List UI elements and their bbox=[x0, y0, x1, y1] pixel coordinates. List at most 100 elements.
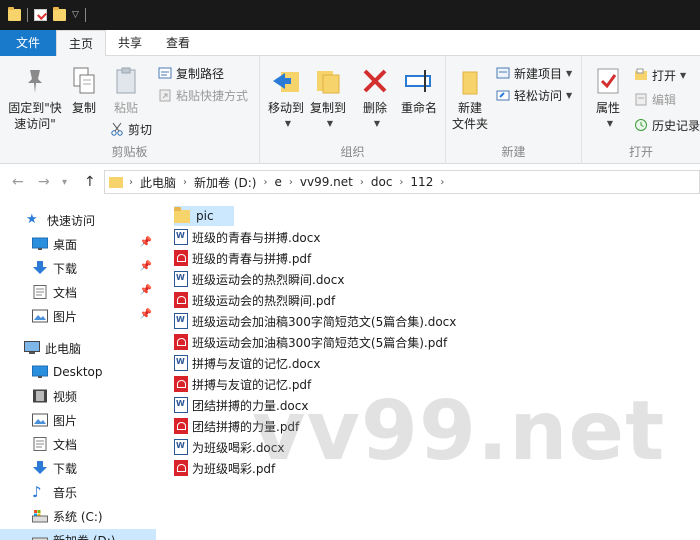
new-item-button[interactable]: 新建项目 ▼ bbox=[496, 64, 572, 82]
rename-label: 重命名 bbox=[400, 101, 437, 115]
breadcrumb-separator-icon[interactable]: › bbox=[287, 177, 295, 188]
up-arrow-icon[interactable]: ↑ bbox=[84, 174, 96, 190]
file-name: 班级运动会加油稿300字简短范文(5篇合集).pdf bbox=[192, 335, 448, 350]
file-row[interactable]: 团结拼搏的力量.docx bbox=[174, 395, 308, 415]
breadcrumb-separator-icon[interactable]: › bbox=[438, 177, 446, 188]
open-group-label: 打开 bbox=[628, 145, 653, 159]
rename-button[interactable]: 重命名 bbox=[396, 66, 442, 116]
delete-button[interactable]: 删除 ▼ bbox=[358, 66, 392, 132]
breadcrumb-separator-icon[interactable]: › bbox=[127, 177, 135, 188]
nav-item-pictures[interactable]: 图片 📌 bbox=[0, 305, 156, 327]
nav-quick-access[interactable]: ★ 快速访问 bbox=[0, 209, 156, 231]
tab-view[interactable]: 查看 bbox=[154, 30, 202, 56]
clipboard-icon bbox=[111, 66, 141, 96]
nav-item-music[interactable]: ♪ 音乐 bbox=[0, 481, 156, 503]
file-row[interactable]: 班级运动会加油稿300字简短范文(5篇合集).docx bbox=[174, 311, 456, 331]
nav-item-documents-pc[interactable]: 文档 bbox=[0, 433, 156, 455]
tab-file[interactable]: 文件 bbox=[0, 30, 56, 56]
pin-icon[interactable]: 📌 bbox=[140, 285, 152, 296]
new-group-label: 新建 bbox=[501, 145, 526, 159]
recent-locations-chevron-icon[interactable]: ▾ bbox=[62, 177, 67, 188]
cut-button[interactable]: 剪切 bbox=[110, 120, 152, 138]
new-folder-button[interactable]: 新建 文件夹 bbox=[450, 66, 490, 132]
file-row[interactable]: 为班级喝彩.pdf bbox=[174, 458, 275, 478]
breadcrumb-doc[interactable]: doc bbox=[366, 175, 398, 189]
easy-access-button[interactable]: 轻松访问 ▼ bbox=[496, 86, 572, 104]
nav-item-drive-c[interactable]: 系统 (C:) bbox=[0, 505, 156, 527]
breadcrumb-separator-icon[interactable]: › bbox=[261, 177, 269, 188]
pin-icon bbox=[20, 66, 50, 96]
copy-button[interactable]: 复制 bbox=[66, 66, 102, 116]
nav-item-label: 图片 bbox=[53, 413, 78, 428]
pin-to-quick-access-button[interactable]: 固定到"快 速访问" bbox=[4, 66, 66, 132]
file-row[interactable]: 班级运动会的热烈瞬间.pdf bbox=[174, 290, 335, 310]
pdf-icon bbox=[174, 292, 188, 308]
file-row[interactable]: 班级的青春与拼搏.docx bbox=[174, 227, 320, 247]
breadcrumb-e[interactable]: e bbox=[269, 175, 286, 189]
address-row: ← → ▾ ↑ › 此电脑 › 新加卷 (D:) › e › vv99.net … bbox=[0, 164, 700, 200]
file-row[interactable]: 班级运动会加油稿300字简短范文(5篇合集).pdf bbox=[174, 332, 447, 352]
nav-item-label: 视频 bbox=[53, 389, 78, 404]
pin-icon[interactable]: 📌 bbox=[140, 309, 152, 320]
properties-button[interactable]: 属性 ▼ bbox=[590, 66, 626, 132]
file-name: 班级运动会加油稿300字简短范文(5篇合集).docx bbox=[192, 314, 457, 329]
paste-shortcut-button[interactable]: 粘贴快捷方式 bbox=[158, 86, 248, 104]
breadcrumb-separator-icon[interactable]: › bbox=[358, 177, 366, 188]
pin-label: 固定到"快 速访问" bbox=[8, 101, 62, 131]
customize-toolbar-chevron-icon[interactable]: ▽ bbox=[72, 10, 79, 20]
file-row[interactable]: 拼搏与友谊的记忆.pdf bbox=[174, 374, 311, 394]
tab-share[interactable]: 共享 bbox=[106, 30, 154, 56]
chevron-down-icon: ▼ bbox=[284, 119, 292, 128]
breadcrumb-112[interactable]: 112 bbox=[405, 175, 438, 189]
copy-to-icon bbox=[313, 66, 343, 96]
chevron-down-icon: ▼ bbox=[680, 70, 687, 80]
paste-button[interactable]: 粘贴 bbox=[106, 66, 146, 116]
cut-label: 剪切 bbox=[128, 122, 153, 137]
forward-arrow-icon[interactable]: → bbox=[38, 174, 50, 190]
music-note-icon: ♪ bbox=[32, 483, 42, 501]
nav-item-pictures-pc[interactable]: 图片 bbox=[0, 409, 156, 431]
file-row[interactable]: 为班级喝彩.docx bbox=[174, 437, 284, 457]
word-document-icon bbox=[174, 397, 188, 413]
breadcrumb-drive-d[interactable]: 新加卷 (D:) bbox=[189, 174, 261, 191]
pin-icon[interactable]: 📌 bbox=[140, 261, 152, 272]
file-name: 为班级喝彩.pdf bbox=[192, 461, 276, 476]
nav-item-documents[interactable]: 文档 📌 bbox=[0, 281, 156, 303]
nav-item-downloads[interactable]: 下载 📌 bbox=[0, 257, 156, 279]
tab-home[interactable]: 主页 bbox=[56, 30, 107, 57]
nav-item-desktop-pc[interactable]: Desktop bbox=[0, 361, 156, 383]
breadcrumb-separator-icon[interactable]: › bbox=[181, 177, 189, 188]
file-row[interactable]: 班级的青春与拼搏.pdf bbox=[174, 248, 311, 268]
back-arrow-icon[interactable]: ← bbox=[12, 174, 24, 190]
new-item-label: 新建项目 bbox=[514, 66, 563, 81]
file-name: 为班级喝彩.docx bbox=[192, 440, 285, 455]
breadcrumb-this-pc[interactable]: 此电脑 bbox=[135, 174, 181, 191]
nav-item-drive-d[interactable]: 新加卷 (D:) bbox=[0, 529, 156, 540]
breadcrumb-separator-icon[interactable]: › bbox=[397, 177, 405, 188]
file-name: 团结拼搏的力量.docx bbox=[192, 398, 309, 413]
copy-to-button[interactable]: 复制到 ▼ bbox=[308, 66, 348, 132]
move-to-button[interactable]: 移动到 ▼ bbox=[266, 66, 306, 132]
history-button[interactable]: 历史记录 bbox=[634, 116, 700, 134]
file-row-folder[interactable]: pic bbox=[174, 206, 234, 226]
edit-button[interactable]: 编辑 bbox=[634, 90, 676, 108]
copy-path-label: 复制路径 bbox=[176, 66, 225, 81]
nav-this-pc[interactable]: 此电脑 bbox=[0, 337, 156, 359]
address-bar[interactable]: › 此电脑 › 新加卷 (D:) › e › vv99.net › doc › … bbox=[104, 170, 700, 194]
nav-item-downloads-pc[interactable]: 下载 bbox=[0, 457, 156, 479]
word-document-icon bbox=[174, 271, 188, 287]
new-folder-icon[interactable] bbox=[53, 7, 66, 21]
open-button[interactable]: 打开 ▼ bbox=[634, 66, 686, 84]
file-row[interactable]: 班级运动会的热烈瞬间.docx bbox=[174, 269, 344, 289]
nav-item-videos[interactable]: 视频 bbox=[0, 385, 156, 407]
properties-icon[interactable] bbox=[34, 9, 47, 21]
file-row[interactable]: 团结拼搏的力量.pdf bbox=[174, 416, 299, 436]
pin-icon[interactable]: 📌 bbox=[140, 237, 152, 248]
file-row[interactable]: 拼搏与友谊的记忆.docx bbox=[174, 353, 320, 373]
move-to-icon bbox=[271, 66, 301, 96]
pdf-icon bbox=[174, 376, 188, 392]
copy-path-button[interactable]: 复制路径 bbox=[158, 64, 224, 82]
breadcrumb-vv99[interactable]: vv99.net bbox=[295, 175, 358, 189]
file-list: pic 班级的青春与拼搏.docx 班级的青春与拼搏.pdf 班级运动会的热烈瞬… bbox=[170, 200, 700, 540]
nav-item-desktop[interactable]: 桌面 📌 bbox=[0, 233, 156, 255]
